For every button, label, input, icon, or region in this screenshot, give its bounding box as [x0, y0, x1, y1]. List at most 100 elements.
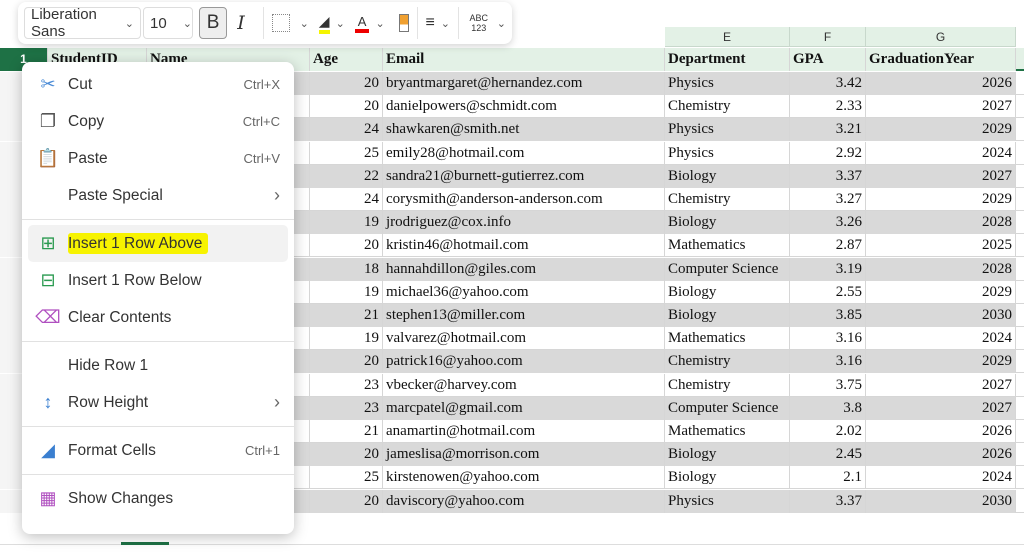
cell[interactable]: 2027: [866, 373, 1016, 397]
cell[interactable]: stephen13@miller.com: [383, 304, 665, 327]
cell[interactable]: 2028: [866, 211, 1016, 235]
menu-item-format-cells[interactable]: ◢ Format Cells Ctrl+1: [28, 432, 288, 469]
cell[interactable]: Chemistry: [665, 350, 790, 374]
cell[interactable]: Mathematics: [665, 234, 790, 258]
header-cell[interactable]: GraduationYear: [866, 48, 1016, 71]
cell[interactable]: jameslisa@morrison.com: [383, 443, 665, 467]
cell[interactable]: 2024: [866, 466, 1016, 490]
cell[interactable]: 2.87: [790, 234, 866, 258]
cell[interactable]: 3.26: [790, 211, 866, 235]
cell[interactable]: emily28@hotmail.com: [383, 141, 665, 165]
cell[interactable]: 20: [310, 489, 383, 513]
cell[interactable]: Biology: [665, 164, 790, 188]
cell[interactable]: 19: [310, 327, 383, 351]
cell[interactable]: Chemistry: [665, 95, 790, 119]
cell[interactable]: kristin46@hotmail.com: [383, 234, 665, 258]
cell[interactable]: sandra21@burnett-gutierrez.com: [383, 164, 665, 188]
cell[interactable]: 24: [310, 118, 383, 142]
cell[interactable]: 2.1: [790, 466, 866, 490]
active-sheet-tab-indicator[interactable]: [121, 542, 169, 545]
cell[interactable]: 24: [310, 188, 383, 211]
cell[interactable]: 3.16: [790, 327, 866, 351]
cell[interactable]: Chemistry: [665, 188, 790, 211]
cell[interactable]: 2030: [866, 489, 1016, 513]
menu-item-show-changes[interactable]: ▦ Show Changes: [28, 480, 288, 517]
cell[interactable]: 2029: [866, 118, 1016, 142]
menu-item-insert-1-row-above[interactable]: ⊞ Insert 1 Row Above: [28, 225, 288, 262]
cell[interactable]: Biology: [665, 304, 790, 327]
menu-item-hide-row-1[interactable]: Hide Row 1: [28, 347, 288, 384]
cell[interactable]: 19: [310, 280, 383, 304]
menu-item-insert-1-row-below[interactable]: ⊟ Insert 1 Row Below: [28, 262, 288, 299]
cell[interactable]: 3.37: [790, 164, 866, 188]
cell[interactable]: Biology: [665, 443, 790, 467]
cell[interactable]: 3.16: [790, 350, 866, 374]
cell[interactable]: corysmith@anderson-anderson.com: [383, 188, 665, 211]
cell[interactable]: Mathematics: [665, 420, 790, 443]
cell[interactable]: 2027: [866, 164, 1016, 188]
cell[interactable]: 2029: [866, 280, 1016, 304]
cell[interactable]: 20: [310, 350, 383, 374]
cell[interactable]: kirstenowen@yahoo.com: [383, 466, 665, 490]
cell[interactable]: Chemistry: [665, 373, 790, 397]
cell[interactable]: 25: [310, 141, 383, 165]
cell[interactable]: Biology: [665, 466, 790, 490]
fill-color-button[interactable]: ◢ ⌄: [318, 7, 345, 39]
cell[interactable]: 25: [310, 466, 383, 490]
cell[interactable]: 3.75: [790, 373, 866, 397]
cell[interactable]: jrodriguez@cox.info: [383, 211, 665, 235]
cell[interactable]: 2026: [866, 72, 1016, 95]
cell[interactable]: 2.02: [790, 420, 866, 443]
cell[interactable]: Physics: [665, 489, 790, 513]
cell[interactable]: 20: [310, 72, 383, 95]
font-color-button[interactable]: A ⌄: [354, 7, 385, 39]
cell[interactable]: 19: [310, 211, 383, 235]
cell[interactable]: 2027: [866, 396, 1016, 420]
cell[interactable]: 23: [310, 396, 383, 420]
align-button[interactable]: ≡ ⌄: [425, 7, 450, 39]
cell[interactable]: 2026: [866, 443, 1016, 467]
cell[interactable]: vbecker@harvey.com: [383, 373, 665, 397]
cell[interactable]: Mathematics: [665, 327, 790, 351]
cell[interactable]: 23: [310, 373, 383, 397]
borders-button[interactable]: ⌄: [271, 7, 309, 39]
cell[interactable]: 18: [310, 257, 383, 281]
header-cell[interactable]: Department: [665, 48, 790, 71]
bold-button[interactable]: B: [199, 7, 228, 39]
cell[interactable]: 3.42: [790, 72, 866, 95]
cell[interactable]: 21: [310, 420, 383, 443]
menu-item-clear-contents[interactable]: ⌫ Clear Contents: [28, 299, 288, 336]
menu-item-paste-special[interactable]: Paste Special ›: [28, 177, 288, 214]
cell[interactable]: 2024: [866, 141, 1016, 165]
cell[interactable]: 20: [310, 95, 383, 119]
cell[interactable]: marcpatel@gmail.com: [383, 396, 665, 420]
cell[interactable]: Computer Science: [665, 257, 790, 281]
cell[interactable]: 20: [310, 234, 383, 258]
cell[interactable]: 2024: [866, 327, 1016, 351]
cell[interactable]: 22: [310, 164, 383, 188]
cell[interactable]: 2029: [866, 350, 1016, 374]
cell[interactable]: 3.19: [790, 257, 866, 281]
cell[interactable]: shawkaren@smith.net: [383, 118, 665, 142]
format-painter-button[interactable]: [398, 7, 409, 39]
cell[interactable]: 3.37: [790, 489, 866, 513]
cell[interactable]: Physics: [665, 72, 790, 95]
font-size-select[interactable]: 10 ⌄: [143, 7, 193, 39]
cell[interactable]: Biology: [665, 211, 790, 235]
cell[interactable]: 20: [310, 443, 383, 467]
menu-item-copy[interactable]: ❐ Copy Ctrl+C: [28, 103, 288, 140]
cell[interactable]: 2027: [866, 95, 1016, 119]
cell[interactable]: Biology: [665, 280, 790, 304]
cell[interactable]: 2.92: [790, 141, 866, 165]
column-header-f[interactable]: F: [790, 27, 866, 47]
number-format-button[interactable]: ABC 123 ⌄: [467, 7, 506, 39]
menu-item-paste[interactable]: 📋 Paste Ctrl+V: [28, 140, 288, 177]
cell[interactable]: bryantmargaret@hernandez.com: [383, 72, 665, 95]
cell[interactable]: 2030: [866, 304, 1016, 327]
cell[interactable]: 3.27: [790, 188, 866, 211]
cell[interactable]: hannahdillon@giles.com: [383, 257, 665, 281]
menu-item-cut[interactable]: ✂ Cut Ctrl+X: [28, 66, 288, 103]
italic-button[interactable]: I: [227, 7, 255, 39]
cell[interactable]: 3.8: [790, 396, 866, 420]
cell[interactable]: 2.33: [790, 95, 866, 119]
